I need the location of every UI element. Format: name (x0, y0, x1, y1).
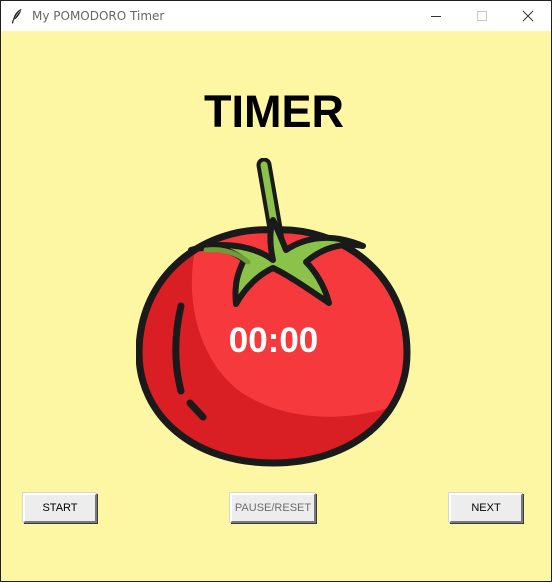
tomato-icon (136, 158, 411, 467)
feather-icon (11, 8, 23, 24)
pause-reset-button[interactable]: PAUSE/RESET (230, 493, 316, 523)
window-title: My POMODORO Timer (32, 9, 165, 23)
maximize-icon (477, 11, 487, 21)
content-area: TIMER 00:00 START PAUSE/RESET NEXT (1, 31, 551, 581)
title-bar[interactable]: My POMODORO Timer (1, 1, 551, 31)
minimize-icon (431, 16, 441, 17)
close-icon (522, 10, 534, 22)
close-button[interactable] (505, 1, 551, 31)
maximize-button[interactable] (459, 1, 505, 31)
page-title: TIMER (204, 86, 344, 137)
minimize-button[interactable] (413, 1, 459, 31)
timer-display: 00:00 (228, 321, 319, 360)
start-button[interactable]: START (23, 493, 97, 523)
app-window: My POMODORO Timer TIMER 00:00 START PAUS… (0, 0, 552, 582)
next-button[interactable]: NEXT (449, 493, 523, 523)
